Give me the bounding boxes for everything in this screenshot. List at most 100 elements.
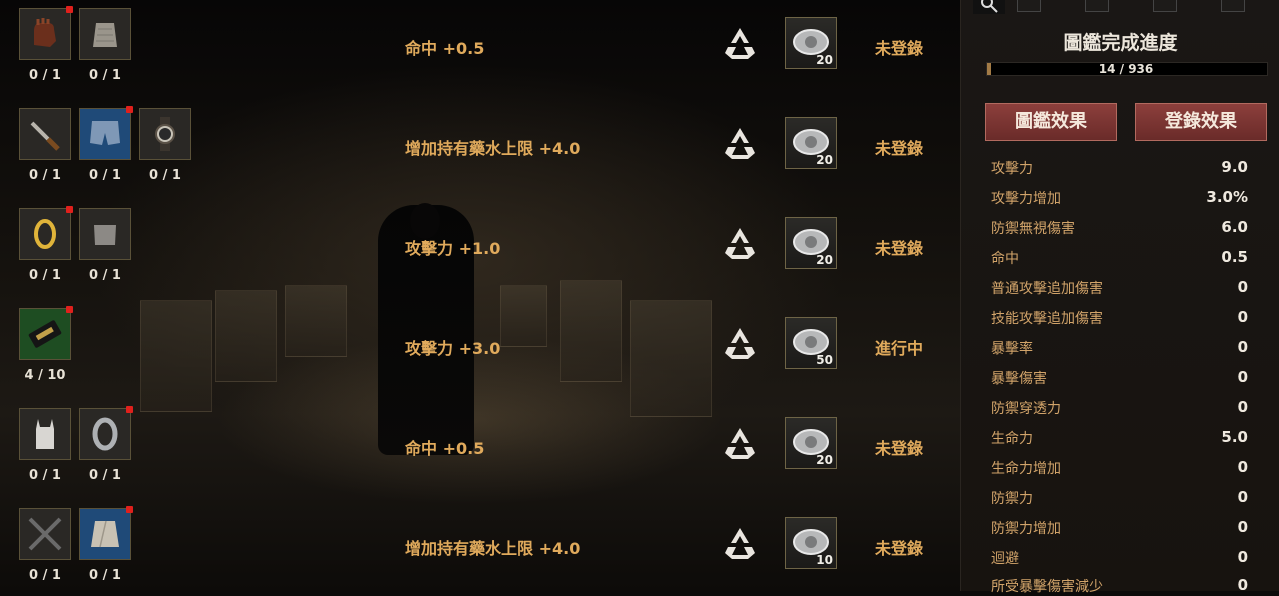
coin-count: 20: [816, 53, 833, 67]
item-count: 0 / 1: [89, 68, 121, 83]
stat-label: 普通攻擊追加傷害: [991, 281, 1103, 297]
stat-label: 所受暴擊傷害減少: [991, 579, 1103, 595]
silver-ring-icon: [92, 417, 118, 451]
item-count: 0 / 1: [89, 468, 121, 483]
effect-text: 增加持有藥水上限 +4.0: [405, 139, 581, 158]
tab-collection-effect[interactable]: 圖鑑效果: [985, 103, 1117, 141]
item-count: 0 / 1: [29, 68, 61, 83]
register-coin-slot[interactable]: 50: [785, 317, 837, 369]
display-case: [560, 280, 622, 382]
stat-value: 0: [1237, 278, 1248, 296]
register-status: 未登錄: [875, 439, 924, 458]
item-count: 0 / 1: [29, 268, 61, 283]
item-slot-skirt[interactable]: [79, 8, 131, 60]
filter-normal-checkbox[interactable]: [1221, 0, 1245, 12]
item-count: 0 / 1: [29, 468, 61, 483]
filter-bar: [973, 0, 1279, 16]
new-indicator: [126, 506, 133, 513]
stat-value: 9.0: [1221, 158, 1248, 176]
item-slot-watch[interactable]: [139, 108, 191, 160]
item-slot-tank-top[interactable]: [19, 408, 71, 460]
register-status: 未登錄: [875, 239, 924, 258]
new-indicator: [66, 206, 73, 213]
stat-label: 生命力增加: [991, 461, 1061, 477]
filter-hero-checkbox[interactable]: [1017, 0, 1041, 12]
filter-advanced-checkbox[interactable]: [1153, 0, 1177, 12]
stat-value: 0: [1237, 548, 1248, 566]
stat-value: 6.0: [1221, 218, 1248, 236]
watch-icon: [155, 117, 175, 151]
new-indicator: [126, 106, 133, 113]
character-head: [410, 203, 440, 239]
stat-label: 防禦無視傷害: [991, 221, 1075, 237]
coin-count: 20: [816, 253, 833, 267]
register-coin-slot[interactable]: 10: [785, 517, 837, 569]
recycle-icon[interactable]: [722, 225, 758, 261]
item-slot-wrap-skirt[interactable]: [79, 506, 133, 560]
item-slot-silver-ring[interactable]: [79, 406, 133, 460]
stat-value: 0.5: [1221, 248, 1248, 266]
stat-label: 技能攻擊追加傷害: [991, 311, 1103, 327]
register-coin-slot[interactable]: 20: [785, 17, 837, 69]
tank-top-icon: [36, 419, 54, 449]
casino-card-icon: [28, 320, 62, 348]
coin-count: 10: [816, 553, 833, 567]
item-count: 0 / 1: [89, 268, 121, 283]
register-coin-slot[interactable]: 20: [785, 217, 837, 269]
stat-value: 3.0%: [1206, 188, 1248, 206]
stat-label: 防禦力增加: [991, 521, 1061, 537]
tab-register-effect[interactable]: 登錄效果: [1135, 103, 1267, 141]
item-count: 0 / 1: [29, 168, 61, 183]
recycle-icon[interactable]: [722, 425, 758, 461]
item-slot-tube-top[interactable]: [79, 208, 131, 260]
register-coin-slot[interactable]: 20: [785, 117, 837, 169]
item-slot-knife[interactable]: [19, 108, 71, 160]
recycle-icon[interactable]: [722, 325, 758, 361]
item-slot-casino-card[interactable]: [19, 306, 73, 360]
filter-rare-checkbox[interactable]: [1085, 0, 1109, 12]
item-count: 4 / 10: [24, 368, 66, 383]
stat-label: 攻擊力增加: [991, 191, 1061, 207]
effect-text: 命中 +0.5: [405, 439, 485, 458]
effect-text: 增加持有藥水上限 +4.0: [405, 539, 581, 558]
progress-text: 14 / 936: [1098, 62, 1154, 76]
crossed-blades-icon: [28, 517, 62, 551]
gold-ring-icon: [34, 219, 56, 249]
new-indicator: [66, 6, 73, 13]
stat-value: 0: [1237, 576, 1248, 594]
wrap-skirt-icon: [91, 520, 119, 548]
stat-value: 0: [1237, 368, 1248, 386]
effect-text: 命中 +0.5: [405, 39, 485, 58]
coin-count: 20: [816, 453, 833, 467]
stat-label: 暴擊傷害: [991, 371, 1047, 387]
stat-value: 0: [1237, 338, 1248, 356]
panel-title: 圖鑑完成進度: [1063, 32, 1178, 54]
coin-count: 50: [816, 353, 833, 367]
register-status: 未登錄: [875, 139, 924, 158]
register-status: 未登錄: [875, 539, 924, 558]
item-slot-crossed-blades[interactable]: [19, 508, 71, 560]
register-coin-slot[interactable]: 20: [785, 417, 837, 469]
stat-label: 命中: [991, 251, 1019, 267]
item-count: 0 / 1: [89, 568, 121, 583]
register-status: 未登錄: [875, 39, 924, 58]
stat-value: 0: [1237, 458, 1248, 476]
new-indicator: [66, 306, 73, 313]
recycle-icon[interactable]: [722, 25, 758, 61]
recycle-icon[interactable]: [722, 125, 758, 161]
item-slot-gloves[interactable]: [19, 6, 73, 60]
skirt-icon: [93, 23, 117, 47]
stat-label: 暴擊率: [991, 341, 1033, 357]
register-status: 進行中: [875, 339, 924, 358]
search-icon[interactable]: [973, 0, 1005, 14]
item-slot-gold-ring[interactable]: [19, 206, 73, 260]
stat-label: 生命力: [991, 431, 1033, 447]
stat-value: 0: [1237, 398, 1248, 416]
item-count: 0 / 1: [149, 168, 181, 183]
item-slot-jeans-shorts[interactable]: [79, 106, 133, 160]
display-case: [285, 285, 347, 357]
item-count: 0 / 1: [89, 168, 121, 183]
recycle-icon[interactable]: [722, 525, 758, 561]
stat-value: 5.0: [1221, 428, 1248, 446]
item-count: 0 / 1: [29, 568, 61, 583]
